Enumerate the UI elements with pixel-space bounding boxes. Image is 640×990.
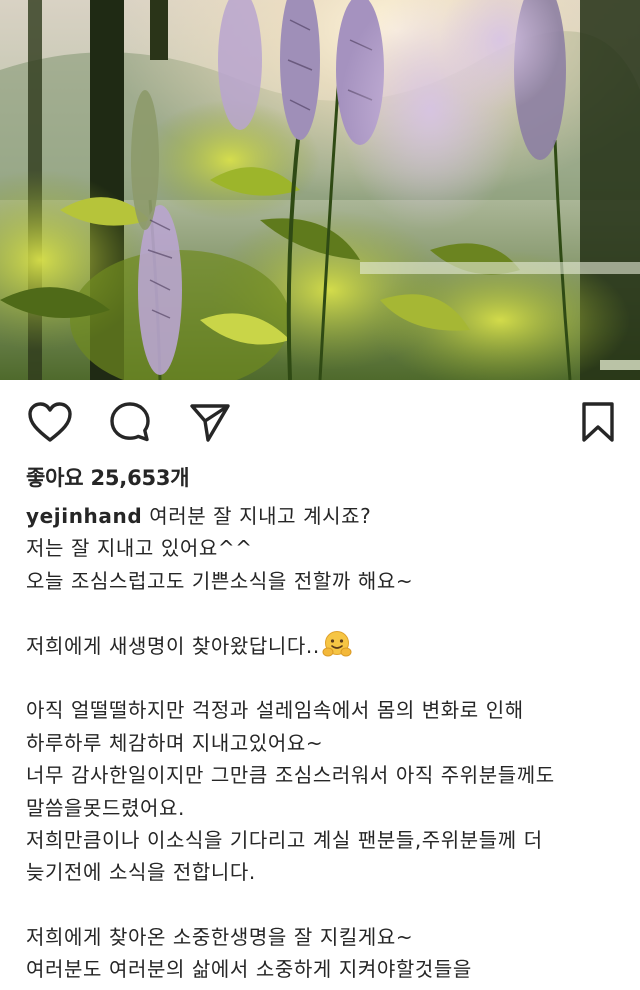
username-link[interactable]: yejinhand (26, 504, 142, 528)
bookmark-icon (582, 402, 614, 442)
caption-line: 말씀을못드렸어요. (26, 795, 185, 820)
caption-line: 너무 감사한일이지만 그만큼 조심스러워서 아직 주위분들께도 (26, 763, 555, 788)
caption-line: yejinhand 여러분 잘 지내고 계시죠? (26, 500, 626, 532)
hugging-face-emoji (322, 630, 352, 667)
heart-icon (28, 402, 72, 442)
post-action-bar (0, 380, 640, 460)
caption-line: 저희만큼이나 이소식을 기다리고 계실 팬분들,주위분들께 더 (26, 827, 543, 852)
caption-line: 저희에게 찾아온 소중한생명을 잘 지킬게요~ (26, 925, 414, 950)
post-caption: yejinhand 여러분 잘 지내고 계시죠? 저는 잘 지내고 있어요^^ … (26, 500, 626, 986)
caption-line: 아직 얼떨떨하지만 걱정과 설레임속에서 몸의 변화로 인해 (26, 698, 524, 723)
caption-line: 저는 잘 지내고 있어요^^ (26, 536, 253, 561)
caption-line: 저희에게 새생명이 찾아왔답니다.. (26, 630, 626, 662)
caption-line: 늦기전에 소식을 전합니다. (26, 860, 256, 885)
caption-text: 여러분 잘 지내고 계시죠? (149, 504, 372, 528)
comment-bubble-icon (110, 402, 150, 442)
comment-button[interactable] (106, 398, 154, 446)
caption-line: 오늘 조심스럽고도 기쁜소식을 전할까 해요~ (26, 568, 414, 593)
caption-line: 하루하루 체감하며 지내고있어요~ (26, 730, 324, 755)
paper-plane-icon (190, 404, 230, 442)
save-button[interactable] (574, 398, 622, 446)
caption-line: 여러분도 여러분의 삶에서 소중하게 지켜야할것들을 (26, 957, 472, 982)
caption-text: 저희에게 새생명이 찾아왔답니다.. (26, 633, 320, 658)
like-button[interactable] (26, 398, 74, 446)
post-photo[interactable] (0, 0, 640, 380)
likes-count[interactable]: 좋아요 25,653개 (26, 462, 190, 492)
share-button[interactable] (186, 398, 234, 446)
